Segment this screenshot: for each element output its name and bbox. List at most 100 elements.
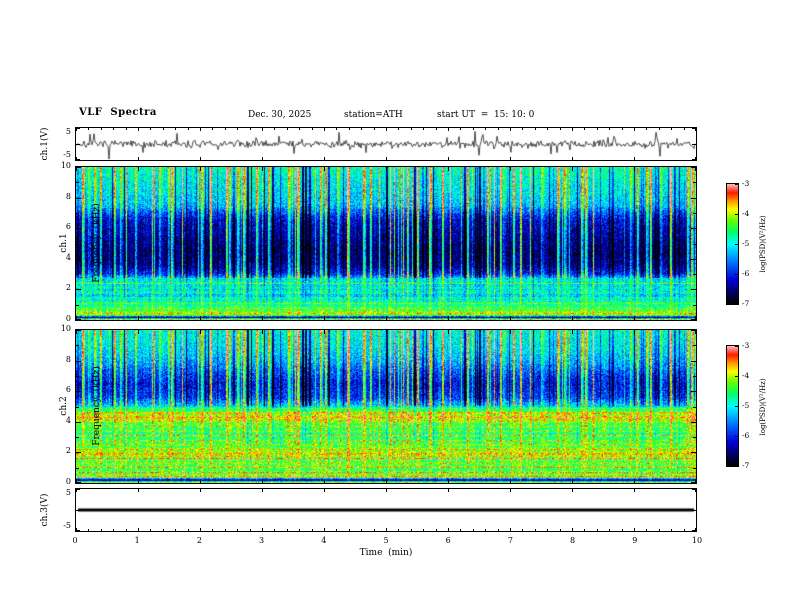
tick-mark xyxy=(349,529,350,531)
tick-mark xyxy=(634,316,635,320)
tick-mark xyxy=(274,128,275,130)
tick-mark xyxy=(572,330,573,334)
tick-mark xyxy=(200,316,201,320)
ch1-waveform-plot xyxy=(76,128,696,160)
tick-mark xyxy=(436,128,437,130)
tick-mark xyxy=(274,529,275,531)
tick-mark xyxy=(448,157,449,160)
y-tick-label: 8 xyxy=(65,355,71,364)
ch3-waveform-plot xyxy=(76,489,696,531)
tick-mark xyxy=(436,529,437,531)
tick-mark xyxy=(735,346,738,347)
colorbar-tick-label: -3 xyxy=(742,179,750,188)
tick-mark xyxy=(634,167,635,171)
station-label: station=ATH xyxy=(344,110,403,120)
tick-mark xyxy=(250,128,251,130)
tick-mark xyxy=(693,213,696,214)
tick-mark xyxy=(150,529,151,531)
y-tick-label: -5 xyxy=(63,521,71,530)
tick-mark xyxy=(225,128,226,130)
tick-mark xyxy=(691,330,696,331)
tick-mark xyxy=(101,529,102,531)
tick-mark xyxy=(386,528,387,531)
ch2-colorbar-label: log(PSD)(V²/Hz) xyxy=(759,378,767,436)
y-tick-label: 8 xyxy=(65,192,71,201)
x-tick-label: 4 xyxy=(321,536,327,545)
tick-mark xyxy=(324,479,325,483)
tick-mark xyxy=(386,479,387,483)
tick-mark xyxy=(692,510,696,511)
x-tick-label: 7 xyxy=(507,536,513,545)
tick-mark xyxy=(693,376,696,377)
tick-mark xyxy=(498,529,499,531)
tick-mark xyxy=(634,489,635,492)
ch2-spectrogram-plot xyxy=(76,330,696,483)
tick-mark xyxy=(200,489,201,492)
tick-mark xyxy=(510,316,511,320)
tick-mark xyxy=(693,274,696,275)
tick-mark xyxy=(113,128,114,130)
tick-mark xyxy=(693,407,696,408)
tick-mark xyxy=(622,529,623,531)
tick-mark xyxy=(212,529,213,531)
x-tick-label: 3 xyxy=(259,536,265,545)
tick-mark xyxy=(386,167,387,171)
x-tick-label: 9 xyxy=(632,536,638,545)
tick-mark xyxy=(692,489,696,490)
tick-mark xyxy=(88,529,89,531)
tick-mark xyxy=(609,128,610,130)
tick-mark xyxy=(76,510,80,511)
tick-mark xyxy=(692,159,696,160)
tick-mark xyxy=(584,128,585,130)
colorbar-tick-label: -4 xyxy=(742,209,750,218)
tick-mark xyxy=(448,316,449,320)
y-tick-label: 5 xyxy=(65,488,71,497)
tick-mark xyxy=(560,128,561,130)
tick-mark xyxy=(473,529,474,531)
y-tick-label: 0 xyxy=(65,477,71,486)
colorbar-tick-label: -7 xyxy=(742,299,750,308)
tick-mark xyxy=(299,128,300,130)
tick-mark xyxy=(312,128,313,130)
tick-mark xyxy=(597,529,598,531)
tick-mark xyxy=(609,529,610,531)
tick-mark xyxy=(386,316,387,320)
tick-mark xyxy=(200,157,201,160)
colorbar-tick-label: -6 xyxy=(742,431,750,440)
tick-mark xyxy=(634,330,635,334)
tick-mark xyxy=(597,128,598,130)
tick-mark xyxy=(448,128,449,131)
tick-mark xyxy=(386,489,387,492)
tick-mark xyxy=(572,157,573,160)
tick-mark xyxy=(423,529,424,531)
x-tick-label: 6 xyxy=(445,536,451,545)
tick-mark xyxy=(76,159,80,160)
colorbar-tick-label: -7 xyxy=(742,461,750,470)
y-tick-label: 10 xyxy=(60,324,71,333)
tick-mark xyxy=(735,465,738,466)
tick-mark xyxy=(547,128,548,130)
tick-mark xyxy=(691,422,696,423)
tick-mark xyxy=(175,128,176,130)
ch1-frequency-unit-label: Frequency (kHz) xyxy=(92,203,102,283)
tick-mark xyxy=(336,529,337,531)
tick-mark xyxy=(324,128,325,131)
tick-mark xyxy=(138,528,139,531)
tick-mark xyxy=(237,529,238,531)
tick-mark xyxy=(448,528,449,531)
tick-mark xyxy=(692,530,696,531)
tick-mark xyxy=(138,128,139,131)
tick-mark xyxy=(287,529,288,531)
tick-mark xyxy=(361,529,362,531)
tick-mark xyxy=(76,482,81,483)
ch2-channel-label: ch.2 xyxy=(59,396,69,416)
tick-mark xyxy=(634,128,635,131)
tick-mark xyxy=(262,528,263,531)
tick-mark xyxy=(735,436,738,437)
tick-mark xyxy=(398,128,399,130)
tick-mark xyxy=(113,529,114,531)
tick-mark xyxy=(324,489,325,492)
ch1-spectrogram-panel xyxy=(75,166,697,321)
tick-mark xyxy=(411,128,412,130)
x-tick-label: 5 xyxy=(383,536,389,545)
